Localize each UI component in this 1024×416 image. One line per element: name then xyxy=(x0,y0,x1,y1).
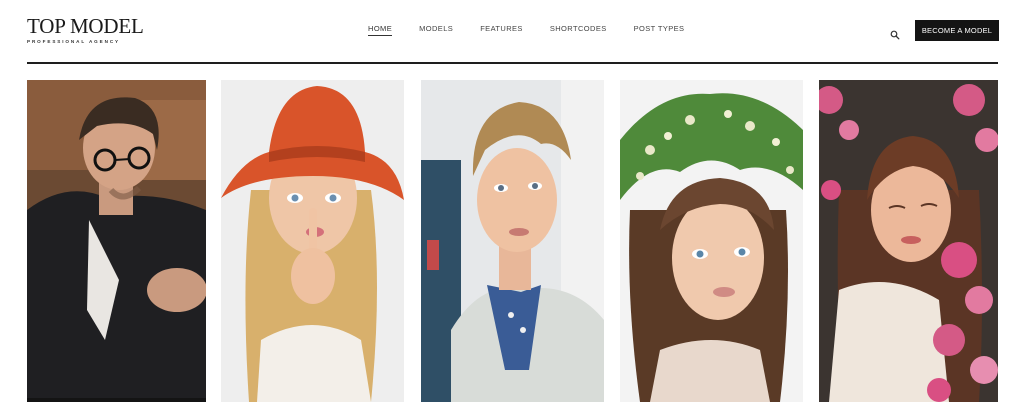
model-photo-3[interactable] xyxy=(421,80,604,402)
model-photo-1[interactable] xyxy=(27,80,206,402)
header-divider xyxy=(27,62,998,64)
model-photo-2[interactable] xyxy=(221,80,404,402)
main-nav: HOME MODELS FEATURES SHORTCODES POST TYP… xyxy=(368,24,711,36)
model-photo-3-image xyxy=(421,80,604,402)
nav-item-post-types[interactable]: POST TYPES xyxy=(634,24,685,36)
logo-title: TOP MODEL xyxy=(27,14,144,38)
become-a-model-button[interactable]: BECOME A MODEL xyxy=(915,20,999,41)
model-gallery xyxy=(0,80,1024,402)
model-photo-1-image xyxy=(27,80,206,402)
model-photo-2-image xyxy=(221,80,404,402)
logo-subtitle: PROFESSIONAL AGENCY xyxy=(27,39,121,44)
model-photo-5[interactable] xyxy=(819,80,998,402)
model-photo-4[interactable] xyxy=(620,80,803,402)
model-photo-4-image xyxy=(620,80,803,402)
logo[interactable]: TOP MODEL PROFESSIONAL AGENCY xyxy=(27,14,144,45)
nav-item-home[interactable]: HOME xyxy=(368,24,393,36)
search-icon[interactable] xyxy=(890,27,900,40)
nav-item-models[interactable]: MODELS xyxy=(419,24,453,36)
site-header: TOP MODEL PROFESSIONAL AGENCY HOME MODEL… xyxy=(0,0,1024,62)
model-photo-5-image xyxy=(819,80,998,402)
nav-item-features[interactable]: FEATURES xyxy=(480,24,523,36)
nav-item-shortcodes[interactable]: SHORTCODES xyxy=(550,24,607,36)
